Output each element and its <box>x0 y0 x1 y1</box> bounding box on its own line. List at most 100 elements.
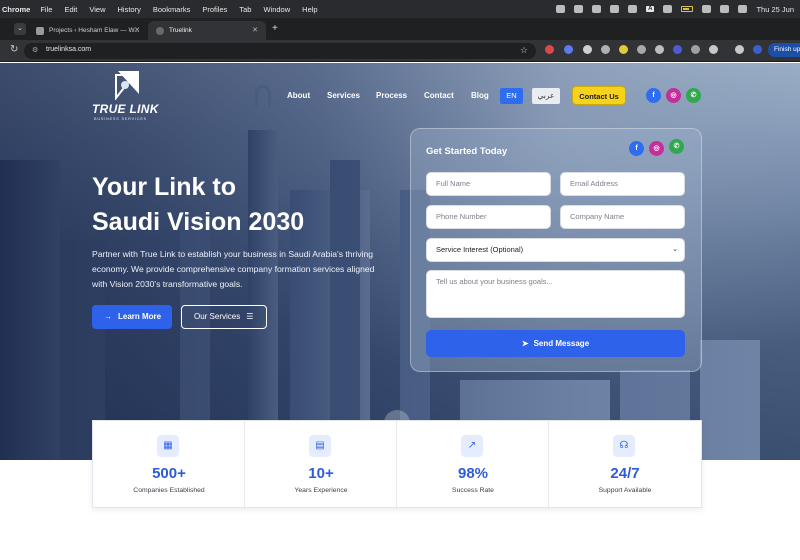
menu-status-area: A Thu 25 Jun <box>556 0 794 18</box>
stat-value: 24/7 <box>610 465 640 482</box>
address-bar[interactable]: ⚙ truelinksa.com ☆ <box>24 43 536 59</box>
learn-more-button[interactable]: → Learn More <box>92 305 172 329</box>
menu-history[interactable]: History <box>118 5 141 14</box>
wifi-icon[interactable] <box>702 5 712 13</box>
nav-process[interactable]: Process <box>376 91 407 100</box>
instagram-icon[interactable]: ◎ <box>649 141 664 156</box>
list-icon: ☰ <box>246 312 254 321</box>
extension-icon[interactable] <box>691 45 700 54</box>
menu-profiles[interactable]: Profiles <box>202 5 227 14</box>
stat-label: Companies Established <box>133 487 205 494</box>
service-interest-value: Service Interest (Optional) <box>436 245 524 254</box>
facebook-icon[interactable]: f <box>629 141 644 156</box>
site-info-icon[interactable]: ⚙ <box>32 46 38 54</box>
contact-us-button[interactable]: Contact Us <box>572 86 626 105</box>
reload-icon[interactable]: ↻ <box>10 44 18 55</box>
tab-search-icon[interactable]: ⌄ <box>14 23 26 35</box>
nav-services[interactable]: Services <box>327 91 360 100</box>
stat-label: Years Experience <box>294 487 348 494</box>
menu-clock[interactable]: Thu 25 Jun <box>756 5 794 14</box>
menu-help[interactable]: Help <box>302 5 317 14</box>
chevron-down-icon: ⌄ <box>672 246 678 253</box>
form-title: Get Started Today <box>426 146 508 157</box>
message-textarea[interactable]: Tell us about your business goals... <box>426 270 685 318</box>
extension-icon[interactable] <box>655 45 664 54</box>
send-message-label: Send Message <box>533 339 590 348</box>
facebook-icon[interactable]: f <box>646 88 661 103</box>
profile-avatar[interactable] <box>753 45 762 54</box>
logo-wordmark: TRUE LINK <box>92 102 159 116</box>
extension-icon[interactable] <box>619 45 628 54</box>
url-text: truelinksa.com <box>46 46 92 53</box>
full-name-field[interactable]: Full Name <box>426 172 551 196</box>
nav-contact[interactable]: Contact <box>424 91 454 100</box>
menu-window[interactable]: Window <box>263 5 290 14</box>
hero-title: Your Link to Saudi Vision 2030 <box>92 170 392 240</box>
language-en-button[interactable]: EN <box>500 88 523 104</box>
bookmark-star-icon[interactable]: ☆ <box>520 45 528 56</box>
our-services-label: Our Services <box>194 312 241 321</box>
instagram-icon[interactable]: ◎ <box>666 88 681 103</box>
menu-bookmarks[interactable]: Bookmarks <box>153 5 191 14</box>
nav-about[interactable]: About <box>287 91 310 100</box>
stats-bar: ▦ 500+ Companies Established ▤ 10+ Years… <box>92 420 702 509</box>
download-icon[interactable] <box>735 45 744 54</box>
email-field[interactable]: Email Address <box>560 172 685 196</box>
extension-icon[interactable] <box>673 45 682 54</box>
stat-item: ▦ 500+ Companies Established <box>93 421 245 509</box>
status-icon[interactable] <box>592 5 602 13</box>
menu-app-name[interactable]: Chrome <box>2 5 30 14</box>
status-icon[interactable] <box>556 5 566 13</box>
status-icon[interactable] <box>610 5 620 13</box>
tab-label: Projects ‹ Hesham Elaw — W... <box>49 27 140 34</box>
menu-view[interactable]: View <box>89 5 105 14</box>
stat-item: ▤ 10+ Years Experience <box>245 421 397 509</box>
finish-update-button[interactable]: Finish up <box>768 43 800 57</box>
our-services-button[interactable]: Our Services ☰ <box>181 305 267 329</box>
menu-file[interactable]: File <box>40 5 52 14</box>
tab-truelink[interactable]: Truelink ✕ <box>148 21 266 40</box>
nav-blog[interactable]: Blog <box>471 91 489 100</box>
send-message-button[interactable]: ➤ Send Message <box>426 330 685 357</box>
arrow-right-icon: → <box>104 312 112 321</box>
battery-icon[interactable] <box>681 6 694 12</box>
favicon-icon <box>156 26 164 35</box>
language-ar-button[interactable]: عربي <box>532 88 560 104</box>
extension-icon[interactable] <box>637 45 646 54</box>
extension-icon[interactable] <box>564 45 573 54</box>
input-source-icon[interactable]: A <box>646 6 655 12</box>
building-icon: ▦ <box>157 435 179 457</box>
hero-title-line1: Your Link to <box>92 173 236 201</box>
company-field[interactable]: Company Name <box>560 205 685 229</box>
whatsapp-icon[interactable]: ✆ <box>669 139 684 154</box>
service-interest-select[interactable]: Service Interest (Optional) ⌄ <box>426 238 685 262</box>
hero-title-line2: Saudi Vision 2030 <box>92 208 305 236</box>
extension-icon[interactable] <box>583 45 592 54</box>
favicon-icon <box>36 26 44 35</box>
search-icon[interactable] <box>720 5 730 13</box>
phone-field[interactable]: Phone Number <box>426 205 551 229</box>
stat-label: Success Rate <box>452 487 494 494</box>
tab-label: Truelink <box>169 27 192 34</box>
extensions-puzzle-icon[interactable] <box>709 45 718 54</box>
close-tab-icon[interactable]: ✕ <box>252 26 258 34</box>
extension-icon[interactable] <box>601 45 610 54</box>
stat-value: 10+ <box>308 465 334 482</box>
stat-value: 500+ <box>152 465 186 482</box>
calendar-icon: ▤ <box>309 435 331 457</box>
volume-icon[interactable] <box>663 5 673 13</box>
whatsapp-icon[interactable]: ✆ <box>686 88 701 103</box>
control-center-icon[interactable] <box>738 5 748 13</box>
extension-icon[interactable] <box>545 45 554 54</box>
status-icon[interactable] <box>628 5 638 13</box>
new-tab-icon[interactable]: + <box>272 23 278 34</box>
close-tab-icon[interactable]: ✕ <box>134 26 140 34</box>
logo-tagline: BUSINESS SERVICES <box>94 117 147 121</box>
status-icon[interactable] <box>574 5 584 13</box>
tab-projects[interactable]: Projects ‹ Hesham Elaw — W... ✕ <box>28 21 148 40</box>
site-logo[interactable]: TRUE LINK BUSINESS SERVICES <box>92 70 164 124</box>
menu-edit[interactable]: Edit <box>64 5 77 14</box>
headset-icon: ☊ <box>613 435 635 457</box>
menu-tab[interactable]: Tab <box>239 5 251 14</box>
paper-plane-icon: ➤ <box>521 339 529 348</box>
